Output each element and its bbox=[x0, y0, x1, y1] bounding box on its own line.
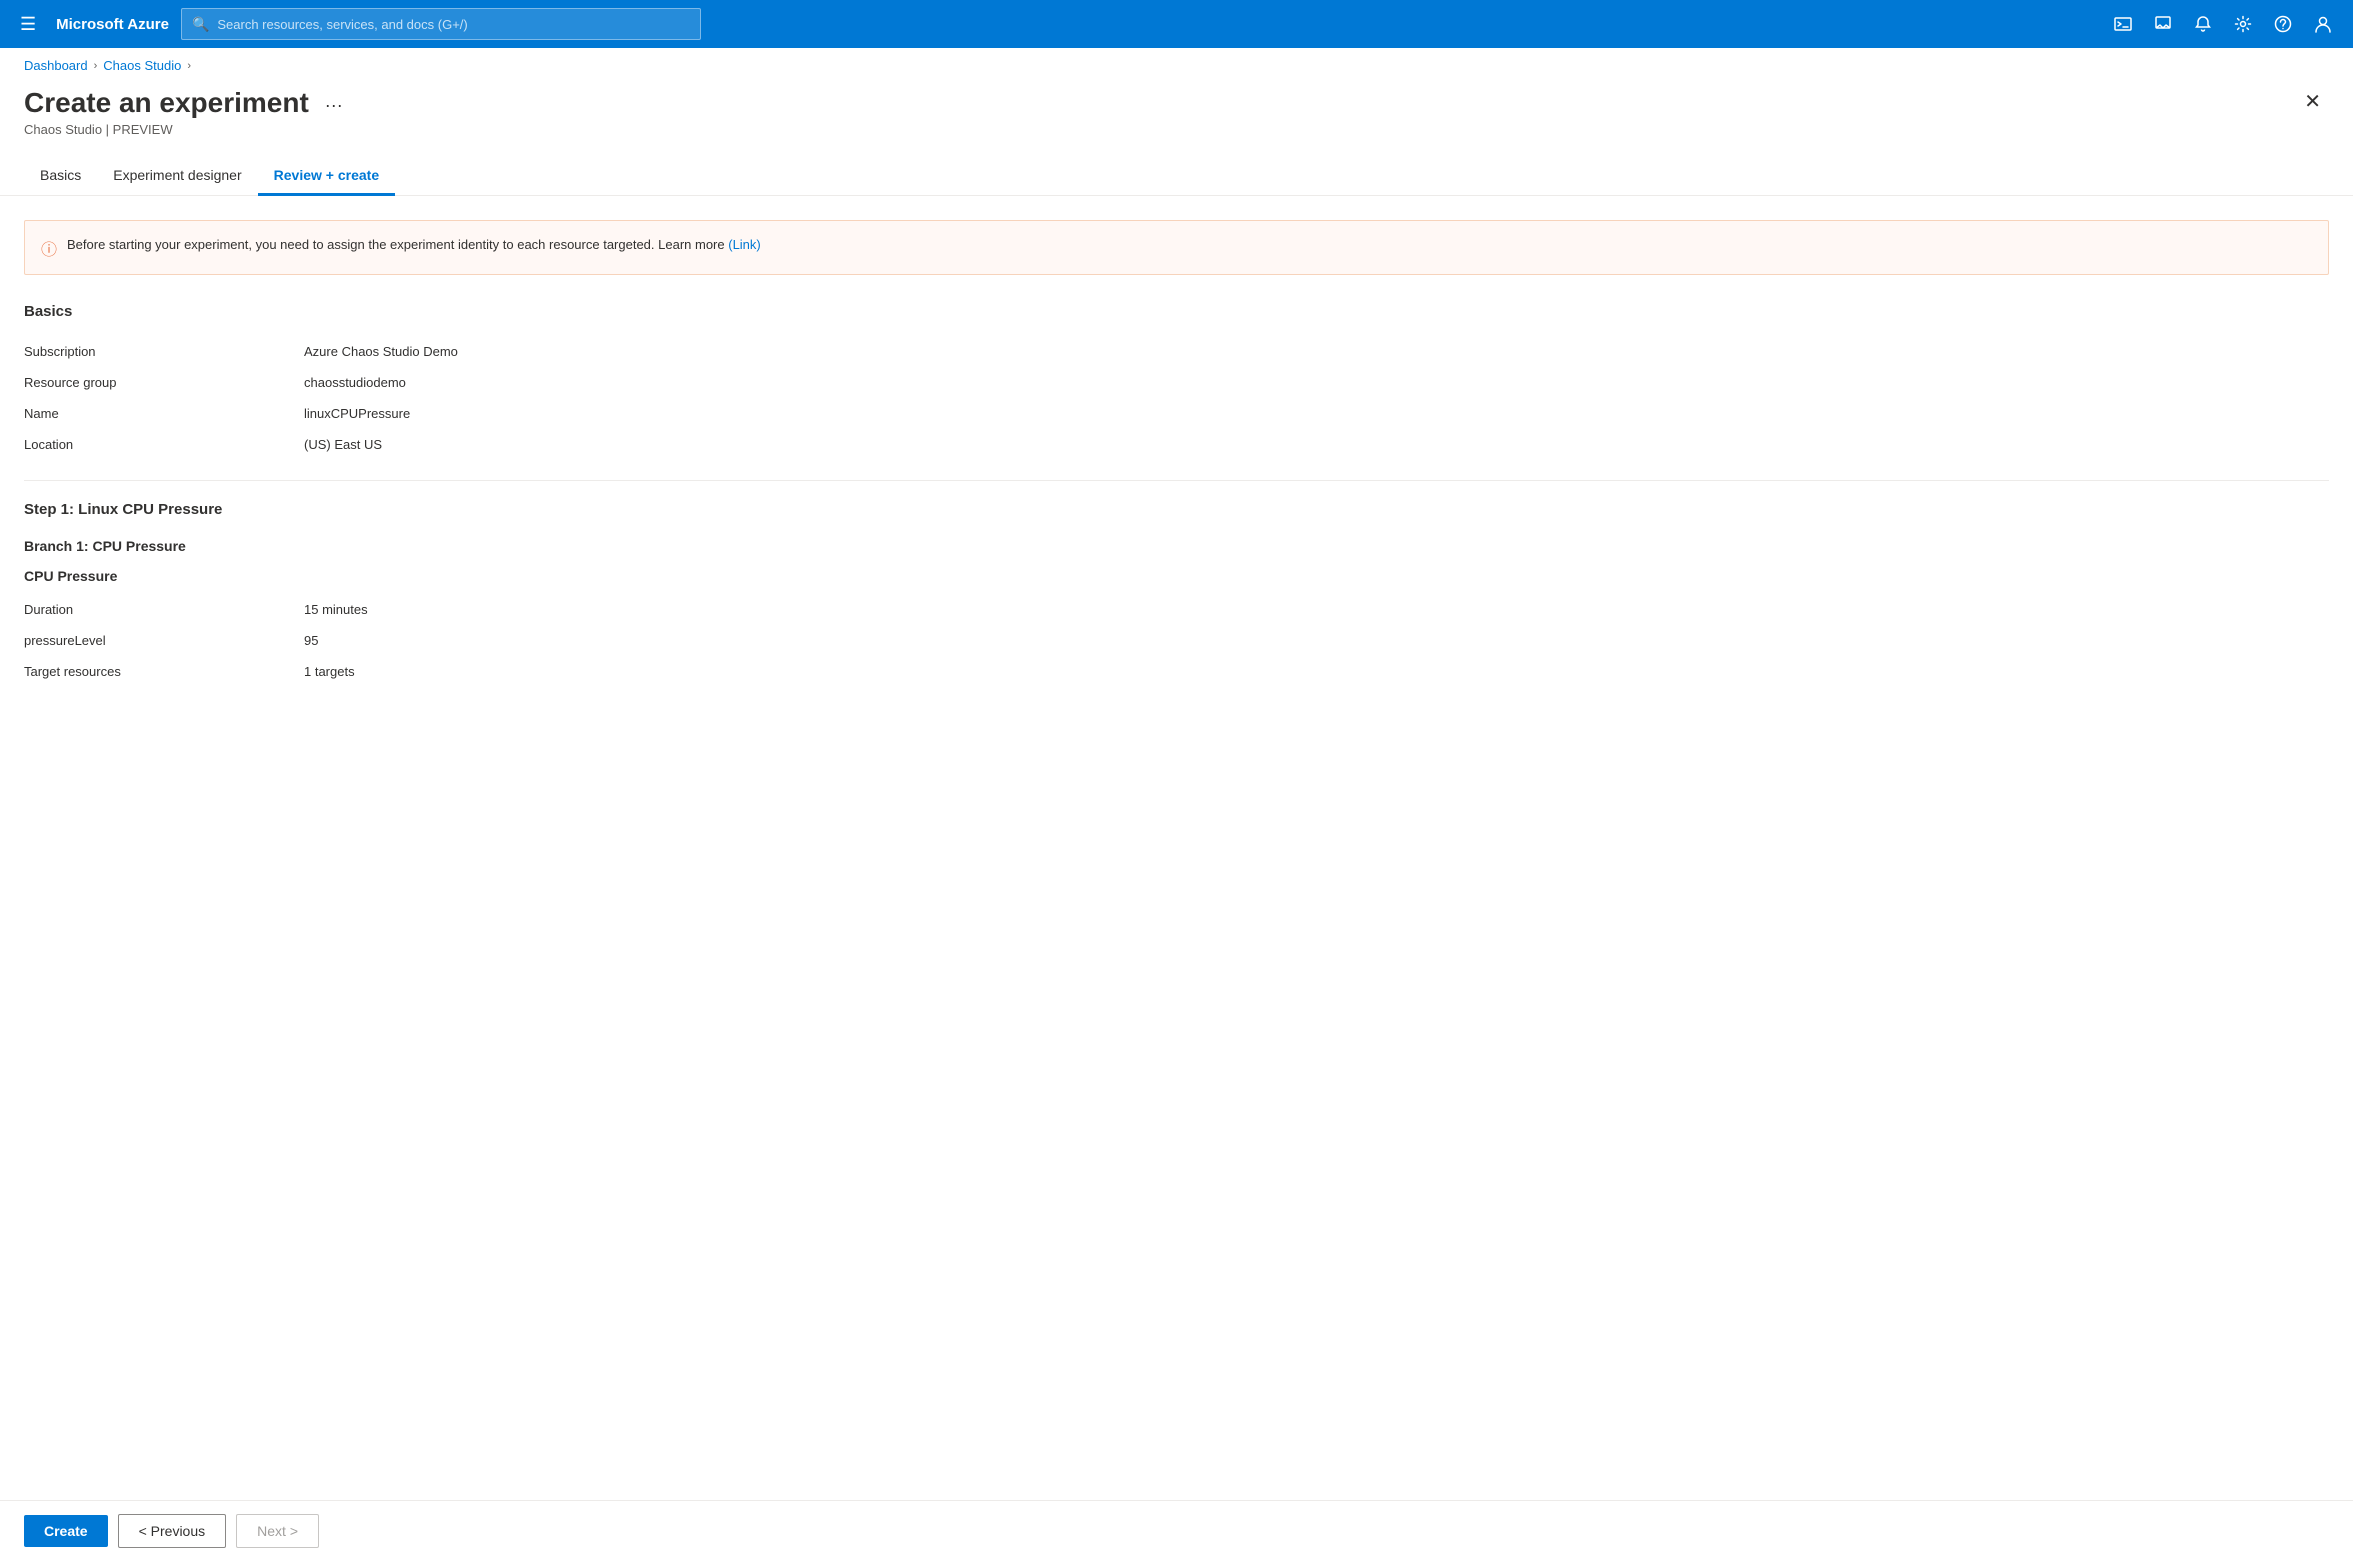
warning-icon: ⓘ bbox=[41, 236, 57, 260]
warning-link[interactable]: (Link) bbox=[728, 237, 761, 252]
tab-bar: Basics Experiment designer Review + crea… bbox=[0, 137, 2353, 196]
fault-info-grid: Duration 15 minutes pressureLevel 95 Tar… bbox=[24, 594, 2329, 687]
warning-text: Before starting your experiment, you nee… bbox=[67, 235, 761, 255]
search-bar[interactable]: 🔍 bbox=[181, 8, 701, 40]
previous-button[interactable]: < Previous bbox=[118, 1514, 227, 1548]
app-logo: Microsoft Azure bbox=[56, 16, 169, 33]
tab-review-create[interactable]: Review + create bbox=[258, 157, 395, 196]
close-button[interactable]: ✕ bbox=[2296, 85, 2329, 118]
basics-section-title: Basics bbox=[24, 303, 2329, 320]
page-subtitle: Chaos Studio | PREVIEW bbox=[24, 122, 351, 137]
notifications-icon-button[interactable] bbox=[2185, 6, 2221, 42]
feedback-icon-button[interactable] bbox=[2145, 6, 2181, 42]
page-header-left: Create an experiment ··· Chaos Studio | … bbox=[24, 85, 351, 137]
next-button: Next > bbox=[236, 1514, 319, 1548]
pressure-level-value: 95 bbox=[304, 625, 2329, 656]
duration-value: 15 minutes bbox=[304, 594, 2329, 625]
name-label: Name bbox=[24, 398, 304, 429]
create-button[interactable]: Create bbox=[24, 1515, 108, 1547]
page-title: Create an experiment bbox=[24, 87, 309, 119]
resource-group-value: chaosstudiodemo bbox=[304, 367, 2329, 398]
step1-title: Step 1: Linux CPU Pressure bbox=[24, 501, 2329, 518]
branch1-title: Branch 1: CPU Pressure bbox=[24, 538, 2329, 554]
duration-label: Duration bbox=[24, 594, 304, 625]
breadcrumb-dashboard[interactable]: Dashboard bbox=[24, 58, 88, 73]
topbar: ☰ Microsoft Azure 🔍 bbox=[0, 0, 2353, 48]
search-input[interactable] bbox=[217, 17, 690, 32]
target-resources-label: Target resources bbox=[24, 656, 304, 687]
resource-group-label: Resource group bbox=[24, 367, 304, 398]
tab-basics[interactable]: Basics bbox=[24, 157, 97, 196]
more-options-button[interactable]: ··· bbox=[317, 91, 351, 120]
name-value: linuxCPUPressure bbox=[304, 398, 2329, 429]
breadcrumb-chaos-studio[interactable]: Chaos Studio bbox=[103, 58, 181, 73]
subscription-label: Subscription bbox=[24, 336, 304, 367]
basics-info-grid: Subscription Azure Chaos Studio Demo Res… bbox=[24, 336, 2329, 460]
help-icon-button[interactable] bbox=[2265, 6, 2301, 42]
terminal-icon-button[interactable] bbox=[2105, 6, 2141, 42]
location-value: (US) East US bbox=[304, 429, 2329, 460]
main-content: ⓘ Before starting your experiment, you n… bbox=[0, 196, 2353, 775]
breadcrumb-separator-2: › bbox=[187, 60, 191, 72]
divider-1 bbox=[24, 480, 2329, 481]
search-icon: 🔍 bbox=[192, 16, 209, 33]
settings-icon-button[interactable] bbox=[2225, 6, 2261, 42]
breadcrumb-separator-1: › bbox=[94, 60, 98, 72]
tab-experiment-designer[interactable]: Experiment designer bbox=[97, 157, 257, 196]
pressure-level-label: pressureLevel bbox=[24, 625, 304, 656]
page-header: Create an experiment ··· Chaos Studio | … bbox=[0, 73, 2353, 137]
target-resources-value: 1 targets bbox=[304, 656, 2329, 687]
account-icon-button[interactable] bbox=[2305, 6, 2341, 42]
bottom-bar: Create < Previous Next > bbox=[0, 1500, 2353, 1560]
hamburger-button[interactable]: ☰ bbox=[12, 10, 44, 39]
breadcrumb: Dashboard › Chaos Studio › bbox=[0, 48, 2353, 73]
subscription-value: Azure Chaos Studio Demo bbox=[304, 336, 2329, 367]
page-header-title-block: Create an experiment ··· Chaos Studio | … bbox=[24, 85, 351, 137]
topbar-icons bbox=[2105, 6, 2341, 42]
fault-title: CPU Pressure bbox=[24, 568, 2329, 584]
location-label: Location bbox=[24, 429, 304, 460]
warning-banner: ⓘ Before starting your experiment, you n… bbox=[24, 220, 2329, 275]
